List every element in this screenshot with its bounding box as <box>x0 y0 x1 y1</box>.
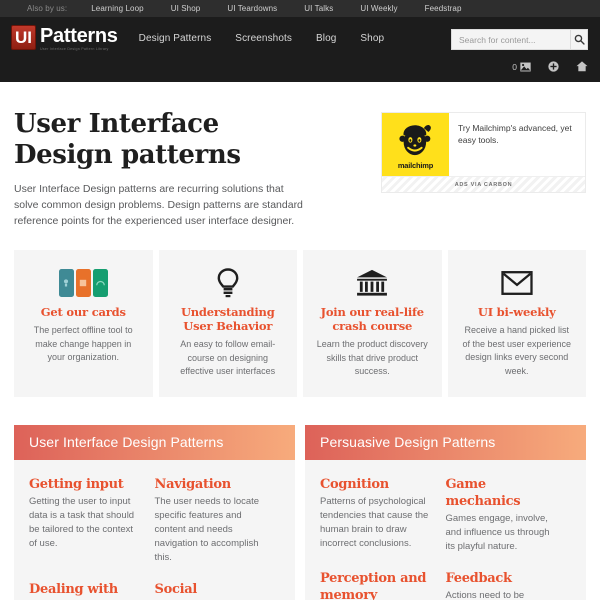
feature-card-crash-course[interactable]: Join our real-life crash course Learn th… <box>303 250 442 397</box>
main-navigation: Design Patterns Screenshots Blog Shop <box>139 33 409 44</box>
feature-card-title: UI bi-weekly <box>477 305 556 319</box>
header-icon-row: 0 <box>512 61 588 72</box>
panel-persuasive-design-patterns: Persuasive Design Patterns Cognition Pat… <box>305 424 586 600</box>
top-utility-bar: Also by us: Learning Loop UI Shop UI Tea… <box>0 0 600 17</box>
panel-title: Persuasive Design Patterns <box>320 434 496 450</box>
nav-item-design-patterns[interactable]: Design Patterns <box>139 33 212 44</box>
pattern-item-title: Perception and memory <box>320 570 427 600</box>
hero-description: User Interface Design patterns are recur… <box>14 183 303 227</box>
carbon-ad-footer-label: ADS VIA CARBON <box>454 181 513 188</box>
cards-icon <box>26 263 141 303</box>
page-title-line2: Design patterns <box>14 140 241 170</box>
topbar-link-ui-weekly[interactable]: UI Weekly <box>360 4 397 13</box>
mailchimp-wordmark: mailchimp <box>397 161 434 170</box>
image-counter[interactable]: 0 <box>512 62 531 72</box>
pattern-item-game-mechanics[interactable]: Game mechanics Games engage, involve, an… <box>446 476 572 554</box>
topbar-link-ui-teardowns[interactable]: UI Teardowns <box>227 4 277 13</box>
panel-body: Cognition Patterns of psychological tend… <box>305 460 586 600</box>
hero-section: User Interface Design patterns User Inte… <box>14 82 586 229</box>
pattern-item-perception-and-memory[interactable]: Perception and memory Patterns that infl… <box>320 570 446 600</box>
also-by-us-label: Also by us: <box>27 4 68 13</box>
hero-text-block: User Interface Design patterns User Inte… <box>14 109 304 229</box>
logo-text-wrap: Patterns User Interface Design Pattern L… <box>40 25 118 52</box>
feature-card-body: An easy to follow email-course on design… <box>180 339 276 376</box>
carbon-ad-main: mailchimp Try Mailchimp's advanced, yet … <box>382 113 585 176</box>
panel-body: Getting input Getting the user to input … <box>14 460 295 600</box>
search-icon[interactable] <box>570 30 587 49</box>
panel-title: User Interface Design Patterns <box>29 434 224 450</box>
nav-item-screenshots[interactable]: Screenshots <box>235 33 292 44</box>
pattern-panels: User Interface Design Patterns Getting i… <box>14 424 586 600</box>
pattern-item-cognition[interactable]: Cognition Patterns of psychological tend… <box>320 476 446 554</box>
logo-wordmark: Patterns <box>40 24 118 47</box>
pattern-item-getting-input[interactable]: Getting input Getting the user to input … <box>29 476 155 565</box>
page-content: User Interface Design patterns User Inte… <box>0 82 600 600</box>
search-input[interactable] <box>452 34 570 45</box>
pattern-item-social[interactable]: Social The discovery of good <box>155 581 281 600</box>
feature-card-understanding-user-behavior[interactable]: Understanding User Behavior An easy to f… <box>158 250 297 397</box>
site-header: UI Patterns User Interface Design Patter… <box>0 17 600 82</box>
pattern-item-feedback[interactable]: Feedback Actions need to be <box>446 570 572 600</box>
image-count-value: 0 <box>512 61 517 72</box>
pattern-item-body: Patterns of psychological tendencies tha… <box>320 495 429 549</box>
page-title: User Interface Design patterns <box>14 109 304 171</box>
feature-card-title: Understanding User Behavior <box>180 305 275 333</box>
mailchimp-monkey-icon <box>398 124 431 155</box>
mailchimp-logo-panel: mailchimp <box>382 113 449 176</box>
lightbulb-icon <box>171 263 286 303</box>
pattern-item-title: Social <box>154 581 198 597</box>
plus-circle-icon <box>548 61 559 72</box>
pattern-item-title: Dealing with data <box>29 581 118 600</box>
home-button[interactable] <box>576 61 588 72</box>
topbar-link-feedstrap[interactable]: Feedstrap <box>425 4 462 13</box>
panel-header: Persuasive Design Patterns <box>305 424 586 460</box>
topbar-link-learning-loop[interactable]: Learning Loop <box>91 4 143 13</box>
pattern-item-navigation[interactable]: Navigation The user needs to locate spec… <box>155 476 281 565</box>
carbon-ad-copy[interactable]: Try Mailchimp's advanced, yet easy tools… <box>449 113 585 176</box>
feature-card-title: Join our real-life crash course <box>320 305 425 333</box>
pattern-item-title: Cognition <box>320 476 389 492</box>
feature-card-get-our-cards[interactable]: Get our cards The perfect offline tool t… <box>14 250 153 397</box>
logo-ui-badge: UI <box>11 24 36 50</box>
logo-tagline: User Interface Design Pattern Library <box>40 46 109 51</box>
topbar-link-ui-talks[interactable]: UI Talks <box>304 4 333 13</box>
home-icon <box>576 61 588 72</box>
page-title-line1: User Interface <box>14 109 219 139</box>
add-button[interactable] <box>548 61 559 72</box>
topbar-link-ui-shop[interactable]: UI Shop <box>171 4 201 13</box>
pattern-item-title: Game mechanics <box>445 476 521 509</box>
feature-card-body: Receive a hand picked list of the best u… <box>462 325 572 376</box>
nav-item-shop[interactable]: Shop <box>360 33 384 44</box>
feature-card-body: Learn the product discovery skills that … <box>316 339 428 376</box>
carbon-ad[interactable]: mailchimp Try Mailchimp's advanced, yet … <box>381 112 586 193</box>
panel-ui-design-patterns: User Interface Design Patterns Getting i… <box>14 424 295 600</box>
pattern-item-title: Navigation <box>154 476 232 492</box>
panel-header: User Interface Design Patterns <box>14 424 295 460</box>
pattern-item-body: Actions need to be <box>445 589 525 600</box>
feature-cards: Get our cards The perfect offline tool t… <box>14 250 586 397</box>
nav-item-blog[interactable]: Blog <box>316 33 336 44</box>
bank-icon <box>315 263 430 303</box>
feature-card-title: Get our cards <box>40 305 126 319</box>
carbon-ad-footer[interactable]: ADS VIA CARBON <box>382 176 585 192</box>
feature-card-body: The perfect offline tool to make change … <box>33 325 133 362</box>
envelope-icon <box>460 263 575 303</box>
pattern-item-title: Feedback <box>445 570 512 586</box>
site-logo[interactable]: UI Patterns User Interface Design Patter… <box>11 24 118 52</box>
pattern-item-body: The user needs to locate specific featur… <box>154 495 260 563</box>
pattern-item-title: Getting input <box>29 476 124 492</box>
pattern-item-dealing-with-data[interactable]: Dealing with data Visualizing, entering … <box>29 581 155 600</box>
search-box[interactable] <box>451 29 588 50</box>
image-icon <box>520 62 531 71</box>
pattern-item-body: Getting the user to input data is a task… <box>29 495 135 549</box>
feature-card-ui-bi-weekly[interactable]: UI bi-weekly Receive a hand picked list … <box>447 250 586 397</box>
pattern-item-body: Games engage, involve, and influence us … <box>445 512 550 552</box>
